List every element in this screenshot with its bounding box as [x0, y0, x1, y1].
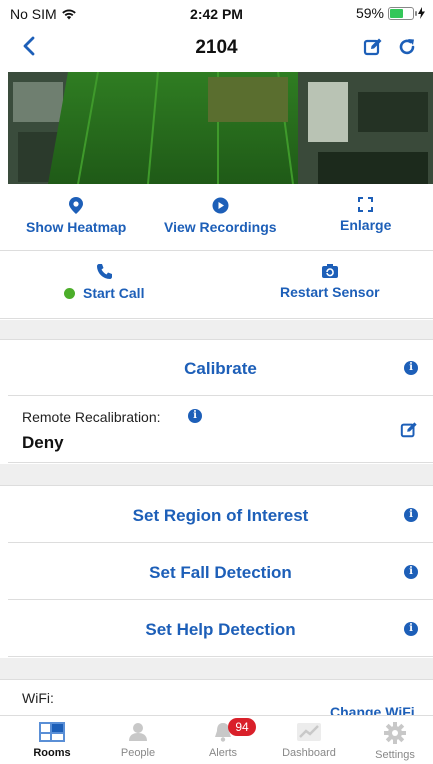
start-call-button[interactable]: Start Call [64, 263, 144, 301]
enlarge-label: Enlarge [340, 217, 392, 233]
phone-icon [96, 264, 112, 279]
camera-feed[interactable] [8, 72, 433, 184]
chart-icon [297, 723, 321, 741]
rooms-icon [39, 722, 65, 742]
restart-sensor-button[interactable]: Restart Sensor [280, 263, 380, 300]
tab-alerts-label: Alerts [208, 747, 238, 759]
set-help-detection-button[interactable]: Set Help Detection [8, 620, 433, 640]
tab-people-label: People [120, 747, 156, 759]
view-recordings-button[interactable]: View Recordings [164, 197, 277, 235]
remote-recalibration-row [8, 397, 433, 463]
tab-bar: Rooms People 94 Alerts Dashboard Setting… [0, 715, 433, 764]
start-call-label: Start Call [83, 285, 145, 301]
region-of-interest-info-icon[interactable]: i [404, 508, 418, 522]
wifi-label: WiFi: [22, 690, 54, 706]
tab-rooms-label: Rooms [33, 747, 71, 759]
view-recordings-label: View Recordings [164, 219, 277, 235]
tab-dashboard-label: Dashboard [282, 747, 336, 759]
expand-icon [358, 197, 374, 212]
camera-image [8, 72, 433, 184]
fall-detection-row[interactable]: Set Fall Detection i [8, 544, 433, 600]
charging-bolt-icon [418, 7, 425, 19]
help-detection-info-icon[interactable]: i [404, 622, 418, 636]
gear-icon [384, 722, 406, 744]
camera-restart-icon [321, 264, 338, 278]
alerts-badge: 94 [228, 718, 256, 736]
edit-icon[interactable] [363, 37, 383, 57]
action-row-device: Start Call Restart Sensor [0, 251, 433, 319]
remote-recalibration-value: Deny [22, 433, 64, 452]
calibrate-row[interactable]: Calibrate i [8, 341, 433, 396]
remote-recalibration-label: Remote Recalibration: [22, 409, 161, 425]
section-divider [0, 464, 433, 486]
calibrate-button[interactable]: Calibrate [8, 359, 433, 379]
online-status-dot [64, 288, 75, 299]
set-region-of-interest-button[interactable]: Set Region of Interest [8, 506, 433, 526]
calibrate-info-icon[interactable]: i [404, 361, 418, 375]
section-divider [0, 320, 433, 340]
nav-bar: 2104 [0, 28, 433, 70]
tab-alerts[interactable]: 94 Alerts [188, 718, 258, 759]
status-bar: No SIM 2:42 PM 59% [0, 0, 433, 26]
enlarge-button[interactable]: Enlarge [340, 197, 391, 233]
fall-detection-info-icon[interactable]: i [404, 565, 418, 579]
map-pin-icon [69, 197, 84, 214]
battery-icon [388, 6, 417, 20]
tab-settings[interactable]: Settings [360, 722, 430, 761]
region-of-interest-row[interactable]: Set Region of Interest i [8, 487, 433, 543]
battery-percent: 59% [355, 5, 384, 21]
show-heatmap-label: Show Heatmap [26, 219, 127, 235]
help-detection-row[interactable]: Set Help Detection i [8, 601, 433, 657]
people-icon [129, 723, 147, 741]
section-divider [0, 658, 433, 680]
remote-recalibration-edit-icon[interactable] [400, 421, 418, 439]
set-fall-detection-button[interactable]: Set Fall Detection [8, 563, 433, 583]
remote-recalibration-info-icon[interactable]: i [188, 409, 202, 423]
show-heatmap-button[interactable]: Show Heatmap [26, 197, 126, 235]
play-circle-icon [212, 197, 229, 214]
tab-people[interactable]: People [103, 722, 173, 759]
restart-sensor-label: Restart Sensor [280, 284, 380, 300]
refresh-icon[interactable] [397, 37, 417, 57]
tab-rooms[interactable]: Rooms [17, 722, 87, 759]
tab-settings-label: Settings [375, 749, 415, 761]
tab-dashboard[interactable]: Dashboard [274, 722, 344, 759]
action-row-media: Show Heatmap View Recordings Enlarge [0, 185, 433, 251]
